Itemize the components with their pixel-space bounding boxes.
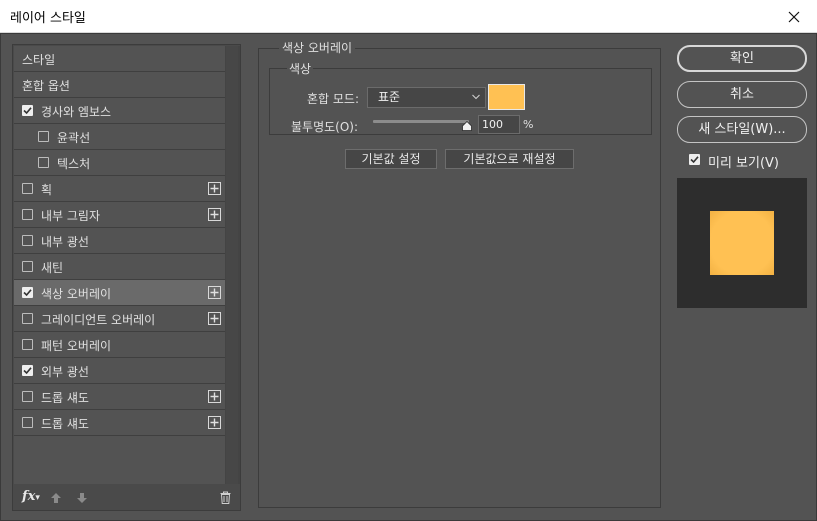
plus-icon xyxy=(210,314,219,323)
preview-swatch xyxy=(710,211,774,275)
trash-icon[interactable] xyxy=(220,491,231,504)
style-checkbox[interactable] xyxy=(22,391,33,402)
style-checkbox[interactable] xyxy=(22,209,33,220)
style-item[interactable]: 드롭 섀도 xyxy=(14,384,225,410)
add-instance-button[interactable] xyxy=(208,286,221,299)
style-checkbox[interactable] xyxy=(22,235,33,246)
add-instance-button[interactable] xyxy=(208,416,221,429)
new-style-button[interactable]: 새 스타일(W)... xyxy=(677,116,807,143)
style-item-label: 새틴 xyxy=(41,261,64,275)
add-instance-button[interactable] xyxy=(208,390,221,403)
move-up-icon[interactable] xyxy=(50,492,62,504)
style-item[interactable]: 내부 그림자 xyxy=(14,202,225,228)
style-item-label: 패턴 오버레이 xyxy=(41,339,112,353)
group-title: 색상 xyxy=(287,60,314,77)
style-item-label: 획 xyxy=(41,183,53,197)
blend-mode-label: 혼합 모드: xyxy=(307,92,360,106)
style-checkbox[interactable] xyxy=(38,131,49,142)
opacity-input[interactable]: 100 xyxy=(478,115,520,134)
fx-button[interactable]: fx▾ xyxy=(22,489,40,504)
style-item[interactable]: 패턴 오버레이 xyxy=(14,332,225,358)
plus-icon xyxy=(210,210,219,219)
window-title: 레이어 스타일 xyxy=(10,11,86,26)
style-item[interactable]: 새틴 xyxy=(14,254,225,280)
fx-menu-indicator-icon: ▾ xyxy=(35,493,40,503)
style-item-label: 스타일 xyxy=(22,53,56,67)
style-item[interactable]: 획 xyxy=(14,176,225,202)
style-checkbox[interactable] xyxy=(22,261,33,272)
make-default-button[interactable]: 기본값 설정 xyxy=(345,149,437,169)
style-checkbox[interactable] xyxy=(22,287,33,298)
plus-icon xyxy=(210,184,219,193)
opacity-unit: % xyxy=(523,118,534,131)
style-item-label: 윤곽선 xyxy=(57,131,91,145)
style-item-label: 내부 그림자 xyxy=(41,209,101,223)
color-swatch[interactable] xyxy=(488,84,525,110)
style-item[interactable]: 그레이디언트 오버레이 xyxy=(14,306,225,332)
layer-style-dialog: 스타일 혼합 옵션 경사와 엠보스 윤곽선 텍스처 획 내부 그림자 내부 광선 새틴 색상 오버… xyxy=(0,33,817,521)
styles-list: 스타일혼합 옵션경사와 엠보스윤곽선텍스처획내부 그림자내부 광선새틴색상 오버… xyxy=(14,46,225,484)
style-item-label: 내부 광선 xyxy=(41,235,89,249)
styles-toolbar: fx▾ xyxy=(14,485,239,510)
style-item[interactable]: 텍스처 xyxy=(14,150,225,176)
close-button[interactable] xyxy=(771,0,817,33)
style-item-label: 텍스처 xyxy=(57,157,91,171)
style-item[interactable]: 스타일 xyxy=(14,46,225,72)
opacity-slider[interactable] xyxy=(373,120,469,123)
check-icon xyxy=(23,107,32,115)
close-icon xyxy=(788,11,800,22)
style-checkbox[interactable] xyxy=(22,313,33,324)
style-checkbox[interactable] xyxy=(38,157,49,168)
style-item-label: 외부 광선 xyxy=(41,365,89,379)
fx-label: fx xyxy=(22,489,36,504)
scrollbar-thumb[interactable] xyxy=(226,46,238,484)
plus-icon xyxy=(210,288,219,297)
title-bar: 레이어 스타일 xyxy=(0,0,817,33)
style-item[interactable]: 경사와 엠보스 xyxy=(14,98,225,124)
style-checkbox[interactable] xyxy=(22,183,33,194)
styles-scrollbar[interactable] xyxy=(225,46,240,484)
reset-default-button[interactable]: 기본값으로 재설정 xyxy=(445,149,574,169)
slider-thumb-icon[interactable] xyxy=(462,121,472,131)
move-down-icon[interactable] xyxy=(76,492,88,504)
check-icon xyxy=(690,156,699,164)
style-item[interactable]: 윤곽선 xyxy=(14,124,225,150)
add-instance-button[interactable] xyxy=(208,208,221,221)
style-checkbox[interactable] xyxy=(22,417,33,428)
preview-checkbox[interactable] xyxy=(689,154,700,165)
cancel-button[interactable]: 취소 xyxy=(677,81,807,108)
style-item-label: 드롭 섀도 xyxy=(41,391,89,405)
plus-icon xyxy=(210,392,219,401)
check-icon xyxy=(23,367,32,375)
style-checkbox[interactable] xyxy=(22,339,33,350)
preview-label: 미리 보기(V) xyxy=(708,156,780,171)
style-item[interactable]: 혼합 옵션 xyxy=(14,72,225,98)
style-item-label: 경사와 엠보스 xyxy=(41,105,112,119)
ok-button[interactable]: 확인 xyxy=(677,45,807,72)
add-instance-button[interactable] xyxy=(208,312,221,325)
opacity-label: 불투명도(O): xyxy=(291,120,359,134)
style-item-label: 색상 오버레이 xyxy=(41,287,112,301)
style-item[interactable]: 색상 오버레이 xyxy=(14,280,225,306)
style-item[interactable]: 내부 광선 xyxy=(14,228,225,254)
style-item[interactable]: 드롭 섀도 xyxy=(14,410,225,436)
plus-icon xyxy=(210,418,219,427)
style-checkbox[interactable] xyxy=(22,105,33,116)
blend-mode-select[interactable]: 표준 xyxy=(367,87,486,108)
blend-mode-value: 표준 xyxy=(378,90,401,104)
section-title: 색상 오버레이 xyxy=(279,39,356,56)
add-instance-button[interactable] xyxy=(208,182,221,195)
check-icon xyxy=(23,289,32,297)
style-item-label: 드롭 섀도 xyxy=(41,417,89,431)
styles-panel: 스타일혼합 옵션경사와 엠보스윤곽선텍스처획내부 그림자내부 광선새틴색상 오버… xyxy=(12,44,241,511)
style-item-label: 혼합 옵션 xyxy=(22,79,70,93)
style-item-label: 그레이디언트 오버레이 xyxy=(41,313,156,327)
style-item[interactable]: 외부 광선 xyxy=(14,358,225,384)
style-checkbox[interactable] xyxy=(22,365,33,376)
chevron-down-icon xyxy=(472,94,480,100)
